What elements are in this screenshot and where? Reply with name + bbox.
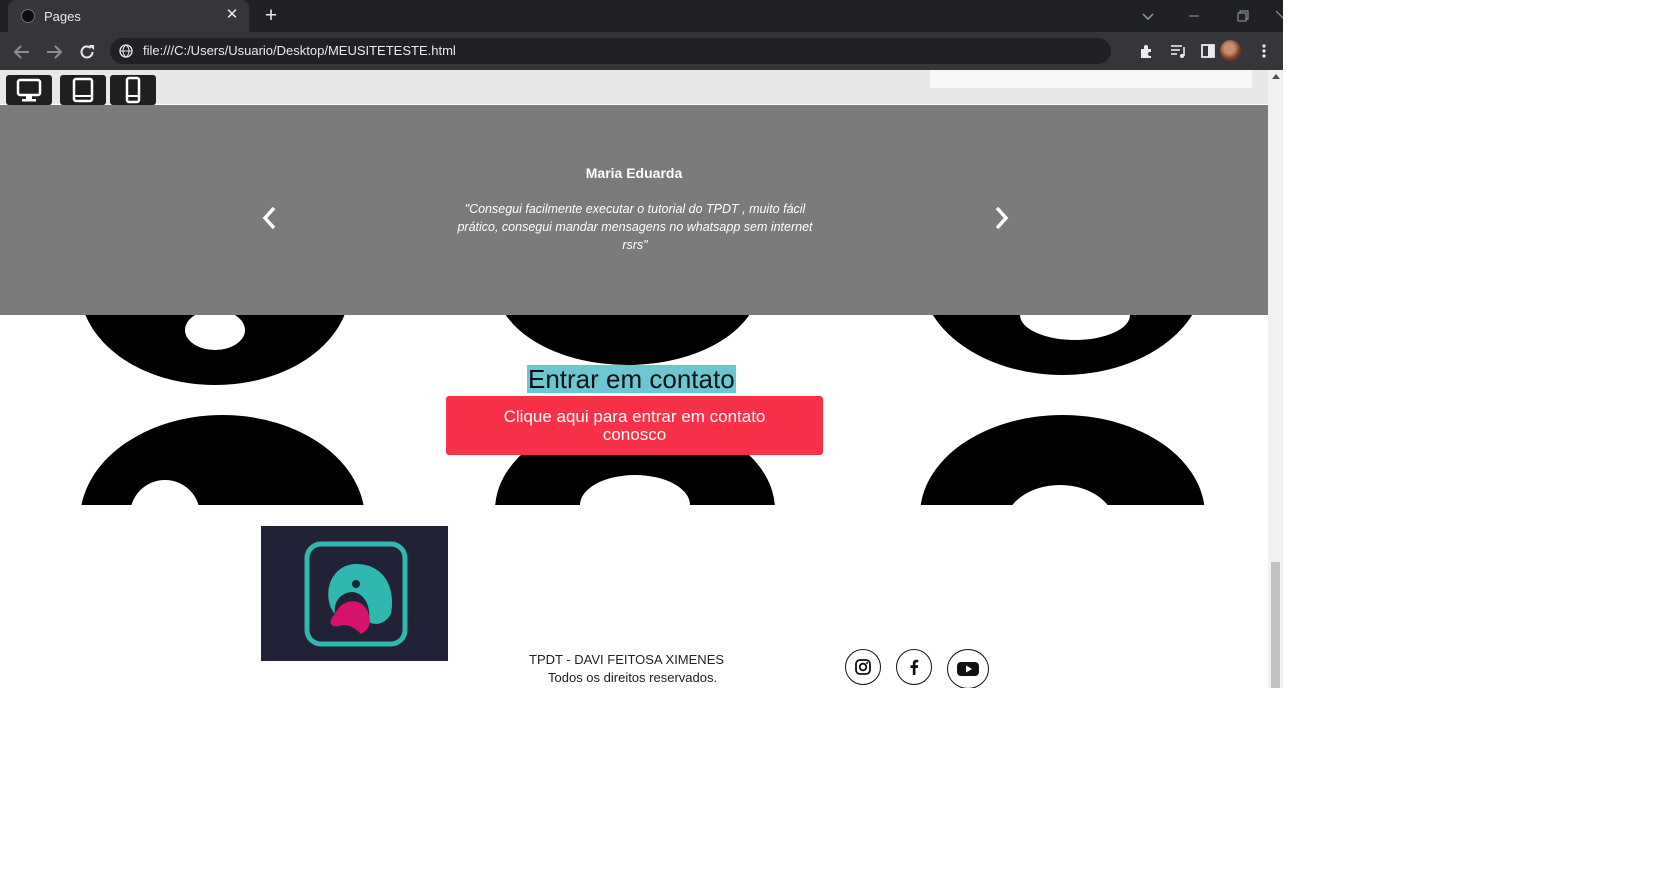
globe-icon bbox=[119, 44, 133, 58]
contact-title: Entrar em contato bbox=[527, 364, 736, 394]
tab-search-icon[interactable] bbox=[1135, 6, 1161, 26]
page-top-strip bbox=[0, 70, 1268, 104]
scroll-up-arrow-icon[interactable] bbox=[1272, 74, 1280, 79]
menu-icon[interactable] bbox=[1254, 41, 1274, 61]
page-scrollbar[interactable] bbox=[1268, 70, 1283, 688]
tab-strip: Pages ✕ + bbox=[0, 0, 1283, 32]
tablet-view-button[interactable] bbox=[60, 75, 106, 105]
mobile-icon bbox=[125, 76, 141, 104]
profile-avatar[interactable] bbox=[1220, 40, 1241, 61]
browser-window: Pages ✕ + file:///C:/Users/Usuario/Deskt… bbox=[0, 0, 1283, 688]
footer-rights: Todos os direitos reservados. bbox=[548, 670, 718, 685]
background-circle bbox=[80, 315, 350, 385]
chevron-left-icon[interactable] bbox=[258, 203, 282, 233]
close-window-icon[interactable] bbox=[1276, 6, 1283, 26]
site-logo bbox=[261, 526, 448, 661]
background-circle bbox=[920, 315, 1205, 375]
media-queue-icon[interactable] bbox=[1168, 41, 1188, 61]
youtube-icon bbox=[957, 662, 979, 676]
page-top-box bbox=[930, 70, 1252, 88]
footer-credit: TPDT - DAVI FEITOSA XIMENES bbox=[529, 652, 725, 667]
instagram-button[interactable] bbox=[845, 649, 881, 685]
restore-icon[interactable] bbox=[1229, 6, 1255, 26]
back-icon[interactable] bbox=[11, 41, 33, 63]
background-circle bbox=[920, 415, 1205, 505]
scroll-thumb[interactable] bbox=[1271, 562, 1280, 688]
url-text: file:///C:/Users/Usuario/Desktop/MEUSITE… bbox=[143, 43, 456, 58]
forward-icon[interactable] bbox=[43, 41, 65, 63]
browser-tab[interactable]: Pages ✕ bbox=[8, 0, 249, 32]
page-footer: TPDT - DAVI FEITOSA XIMENES Todos os dir… bbox=[0, 505, 1268, 688]
reload-icon[interactable] bbox=[76, 41, 98, 63]
contact-section: Entrar em contato Clique aqui para entra… bbox=[0, 315, 1268, 505]
browser-toolbar: file:///C:/Users/Usuario/Desktop/MEUSITE… bbox=[0, 32, 1283, 70]
parrot-logo-icon bbox=[304, 541, 408, 647]
mobile-view-button[interactable] bbox=[110, 75, 156, 105]
page-viewport: Maria Eduarda "Consegui facilmente execu… bbox=[0, 70, 1283, 688]
desktop-view-button[interactable] bbox=[6, 75, 52, 105]
instagram-icon bbox=[855, 659, 871, 675]
youtube-button[interactable] bbox=[947, 649, 989, 688]
tab-close-icon[interactable]: ✕ bbox=[223, 6, 241, 24]
background-circle bbox=[80, 415, 365, 505]
address-bar[interactable]: file:///C:/Users/Usuario/Desktop/MEUSITE… bbox=[110, 38, 1111, 64]
side-panel-icon[interactable] bbox=[1198, 41, 1218, 61]
facebook-button[interactable] bbox=[896, 649, 932, 685]
testimonial-quote: "Consegui facilmente executar o tutorial… bbox=[457, 202, 813, 252]
favicon-icon bbox=[21, 9, 35, 23]
testimonial-author: Maria Eduarda bbox=[585, 165, 683, 181]
minimize-icon[interactable] bbox=[1181, 6, 1207, 26]
contact-button[interactable]: Clique aqui para entrar em contato conos… bbox=[446, 396, 823, 455]
extensions-icon[interactable] bbox=[1137, 41, 1157, 61]
new-tab-button[interactable]: + bbox=[260, 5, 282, 27]
desktop-icon bbox=[16, 78, 42, 102]
testimonial-carousel: Maria Eduarda "Consegui facilmente execu… bbox=[0, 105, 1268, 315]
facebook-icon bbox=[910, 659, 919, 675]
background-circle bbox=[495, 315, 760, 365]
tab-title: Pages bbox=[44, 9, 81, 24]
chevron-right-icon[interactable] bbox=[989, 203, 1013, 233]
tablet-icon bbox=[72, 77, 94, 103]
